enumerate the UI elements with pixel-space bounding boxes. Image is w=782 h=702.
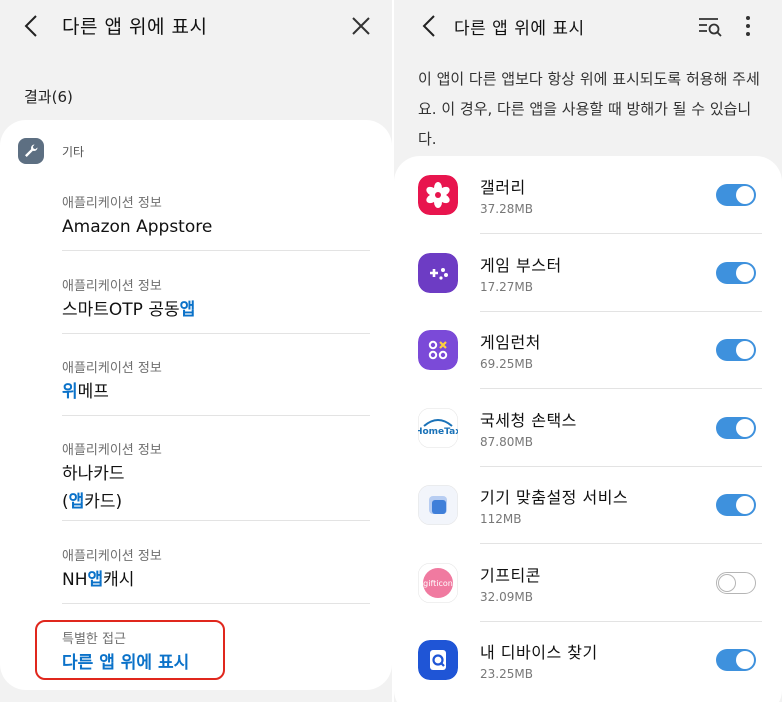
result-category: 애플리케이션 정보 xyxy=(62,196,162,211)
toggle-knob xyxy=(736,263,754,282)
results-count: 결과(6) xyxy=(24,88,73,106)
divider xyxy=(62,603,370,604)
overlay-permission-toggle[interactable] xyxy=(716,494,756,516)
result-category: 애플리케이션 정보 xyxy=(62,361,162,376)
game-launcher-icon xyxy=(418,330,458,370)
app-name: 기기 맞춤설정 서비스 xyxy=(480,488,629,507)
app-row[interactable]: gifticon 기프티콘 32.09MB xyxy=(394,544,782,622)
app-size: 17.27MB xyxy=(480,279,533,294)
toggle-knob xyxy=(736,496,754,514)
overlay-permission-toggle[interactable] xyxy=(716,261,756,284)
match-highlight: 앱 xyxy=(87,570,104,590)
result-text: Amazon Appstore xyxy=(62,217,213,237)
app-size: 69.25MB xyxy=(480,357,533,371)
special-access-label: 특별한 접근 xyxy=(62,632,126,647)
toggle-knob xyxy=(718,573,736,592)
result-category: 애플리케이션 정보 xyxy=(62,549,162,564)
divider xyxy=(62,333,370,334)
overlay-permission-toggle[interactable] xyxy=(716,416,756,439)
close-icon[interactable] xyxy=(348,12,374,40)
app-size: 112MB xyxy=(480,512,522,526)
back-icon[interactable] xyxy=(418,12,442,40)
search-result-item[interactable]: 애플리케이션 정보 Amazon Appstore xyxy=(62,192,370,239)
search-query[interactable]: 다른 앱 위에 표시 xyxy=(62,12,207,39)
permission-description: 이 앱이 다른 앱보다 항상 위에 표시되도록 허용해 주세요. 이 경우, 다… xyxy=(418,70,760,148)
app-row[interactable]: 내 디바이스 찾기 23.25MB xyxy=(394,621,782,698)
app-row[interactable]: 게임런처 69.25MB xyxy=(394,311,782,389)
match-highlight: 위 xyxy=(62,382,78,402)
overlay-permission-toggle[interactable] xyxy=(716,339,756,361)
result-title: 스마트OTP 공동앱 xyxy=(62,298,370,322)
result-category: 애플리케이션 정보 xyxy=(62,279,162,294)
search-result-item[interactable]: 애플리케이션 정보 NH앱캐시 xyxy=(62,545,370,592)
category-label: 기타 xyxy=(62,145,85,159)
result-title: 위메프 xyxy=(62,380,370,404)
toggle-knob xyxy=(736,651,754,669)
overlay-permission-pane: 다른 앱 위에 표시 이 앱이 다른 앱보다 항상 위에 표시되도록 허용해 주… xyxy=(394,0,782,702)
special-access-title[interactable]: 다른 앱 위에 표시 xyxy=(62,648,189,673)
overlay-permission-toggle[interactable] xyxy=(716,649,756,671)
result-text: ( xyxy=(62,492,69,512)
app-size: 37.28MB xyxy=(480,202,533,216)
overlay-permission-toggle[interactable] xyxy=(716,571,756,594)
gifticon-icon: gifticon xyxy=(418,562,458,603)
customization-service-icon xyxy=(418,485,458,525)
search-result-item[interactable]: 애플리케이션 정보하나카드 (앱카드) xyxy=(62,439,370,514)
svg-text:gifticon: gifticon xyxy=(423,579,453,588)
app-row[interactable]: 기기 맞춤설정 서비스 112MB xyxy=(394,466,782,544)
toggle-knob xyxy=(736,341,754,359)
app-row[interactable]: 갤러리 37.28MB xyxy=(394,156,782,234)
divider xyxy=(62,250,370,251)
app-name: 내 디바이스 찾기 xyxy=(480,643,598,662)
app-size: 87.80MB xyxy=(480,434,533,449)
app-row[interactable]: HomeTax 국세청 손택스 87.80MB xyxy=(394,389,782,467)
game-booster-icon xyxy=(418,252,458,293)
result-title: Amazon Appstore xyxy=(62,215,370,239)
match-highlight: 앱 xyxy=(179,300,196,320)
result-text: 스마트OTP 공동 xyxy=(62,300,180,320)
page-title: 다른 앱 위에 표시 xyxy=(454,19,585,39)
back-icon[interactable] xyxy=(20,12,44,40)
result-text: 하나카드 xyxy=(62,464,125,484)
result-text: 카드) xyxy=(84,492,123,512)
app-size: 23.25MB xyxy=(480,667,533,681)
app-name: 갤러리 xyxy=(480,178,526,197)
result-title: 하나카드 xyxy=(62,462,370,486)
result-title: NH앱캐시 xyxy=(62,568,370,592)
toggle-knob xyxy=(736,418,754,437)
wrench-icon xyxy=(18,138,44,164)
app-name: 국세청 손택스 xyxy=(480,410,577,430)
app-name: 게임런처 xyxy=(480,333,541,352)
result-text: 메프 xyxy=(77,382,109,402)
app-size: 32.09MB xyxy=(480,589,533,604)
result-category: 애플리케이션 정보 xyxy=(62,443,162,458)
svg-text:HomeTax: HomeTax xyxy=(418,427,458,437)
overlay-permission-toggle[interactable] xyxy=(716,184,756,206)
find-my-device-icon xyxy=(418,640,458,680)
app-name: 기프티콘 xyxy=(480,565,541,585)
search-results-pane: 다른 앱 위에 표시 결과(6) 기타 애플리케이션 정보 Amazon Apps… xyxy=(0,0,392,702)
app-name: 게임 부스터 xyxy=(480,255,562,275)
result-text: 캐시 xyxy=(103,570,135,590)
result-text: NH xyxy=(62,570,88,590)
app-row[interactable]: 게임 부스터 17.27MB xyxy=(394,234,782,312)
divider xyxy=(62,415,370,416)
result-title: (앱카드) xyxy=(62,490,370,514)
search-result-item[interactable]: 애플리케이션 정보위메프 xyxy=(62,357,370,404)
gallery-icon xyxy=(418,175,458,215)
search-result-item[interactable]: 애플리케이션 정보스마트OTP 공동앱 xyxy=(62,275,370,322)
match-highlight: 앱 xyxy=(68,492,85,512)
divider xyxy=(62,520,370,521)
hometax-icon: HomeTax xyxy=(418,407,458,448)
toggle-knob xyxy=(736,186,754,204)
search-list-icon[interactable] xyxy=(696,12,724,40)
more-options-icon[interactable] xyxy=(740,12,756,40)
